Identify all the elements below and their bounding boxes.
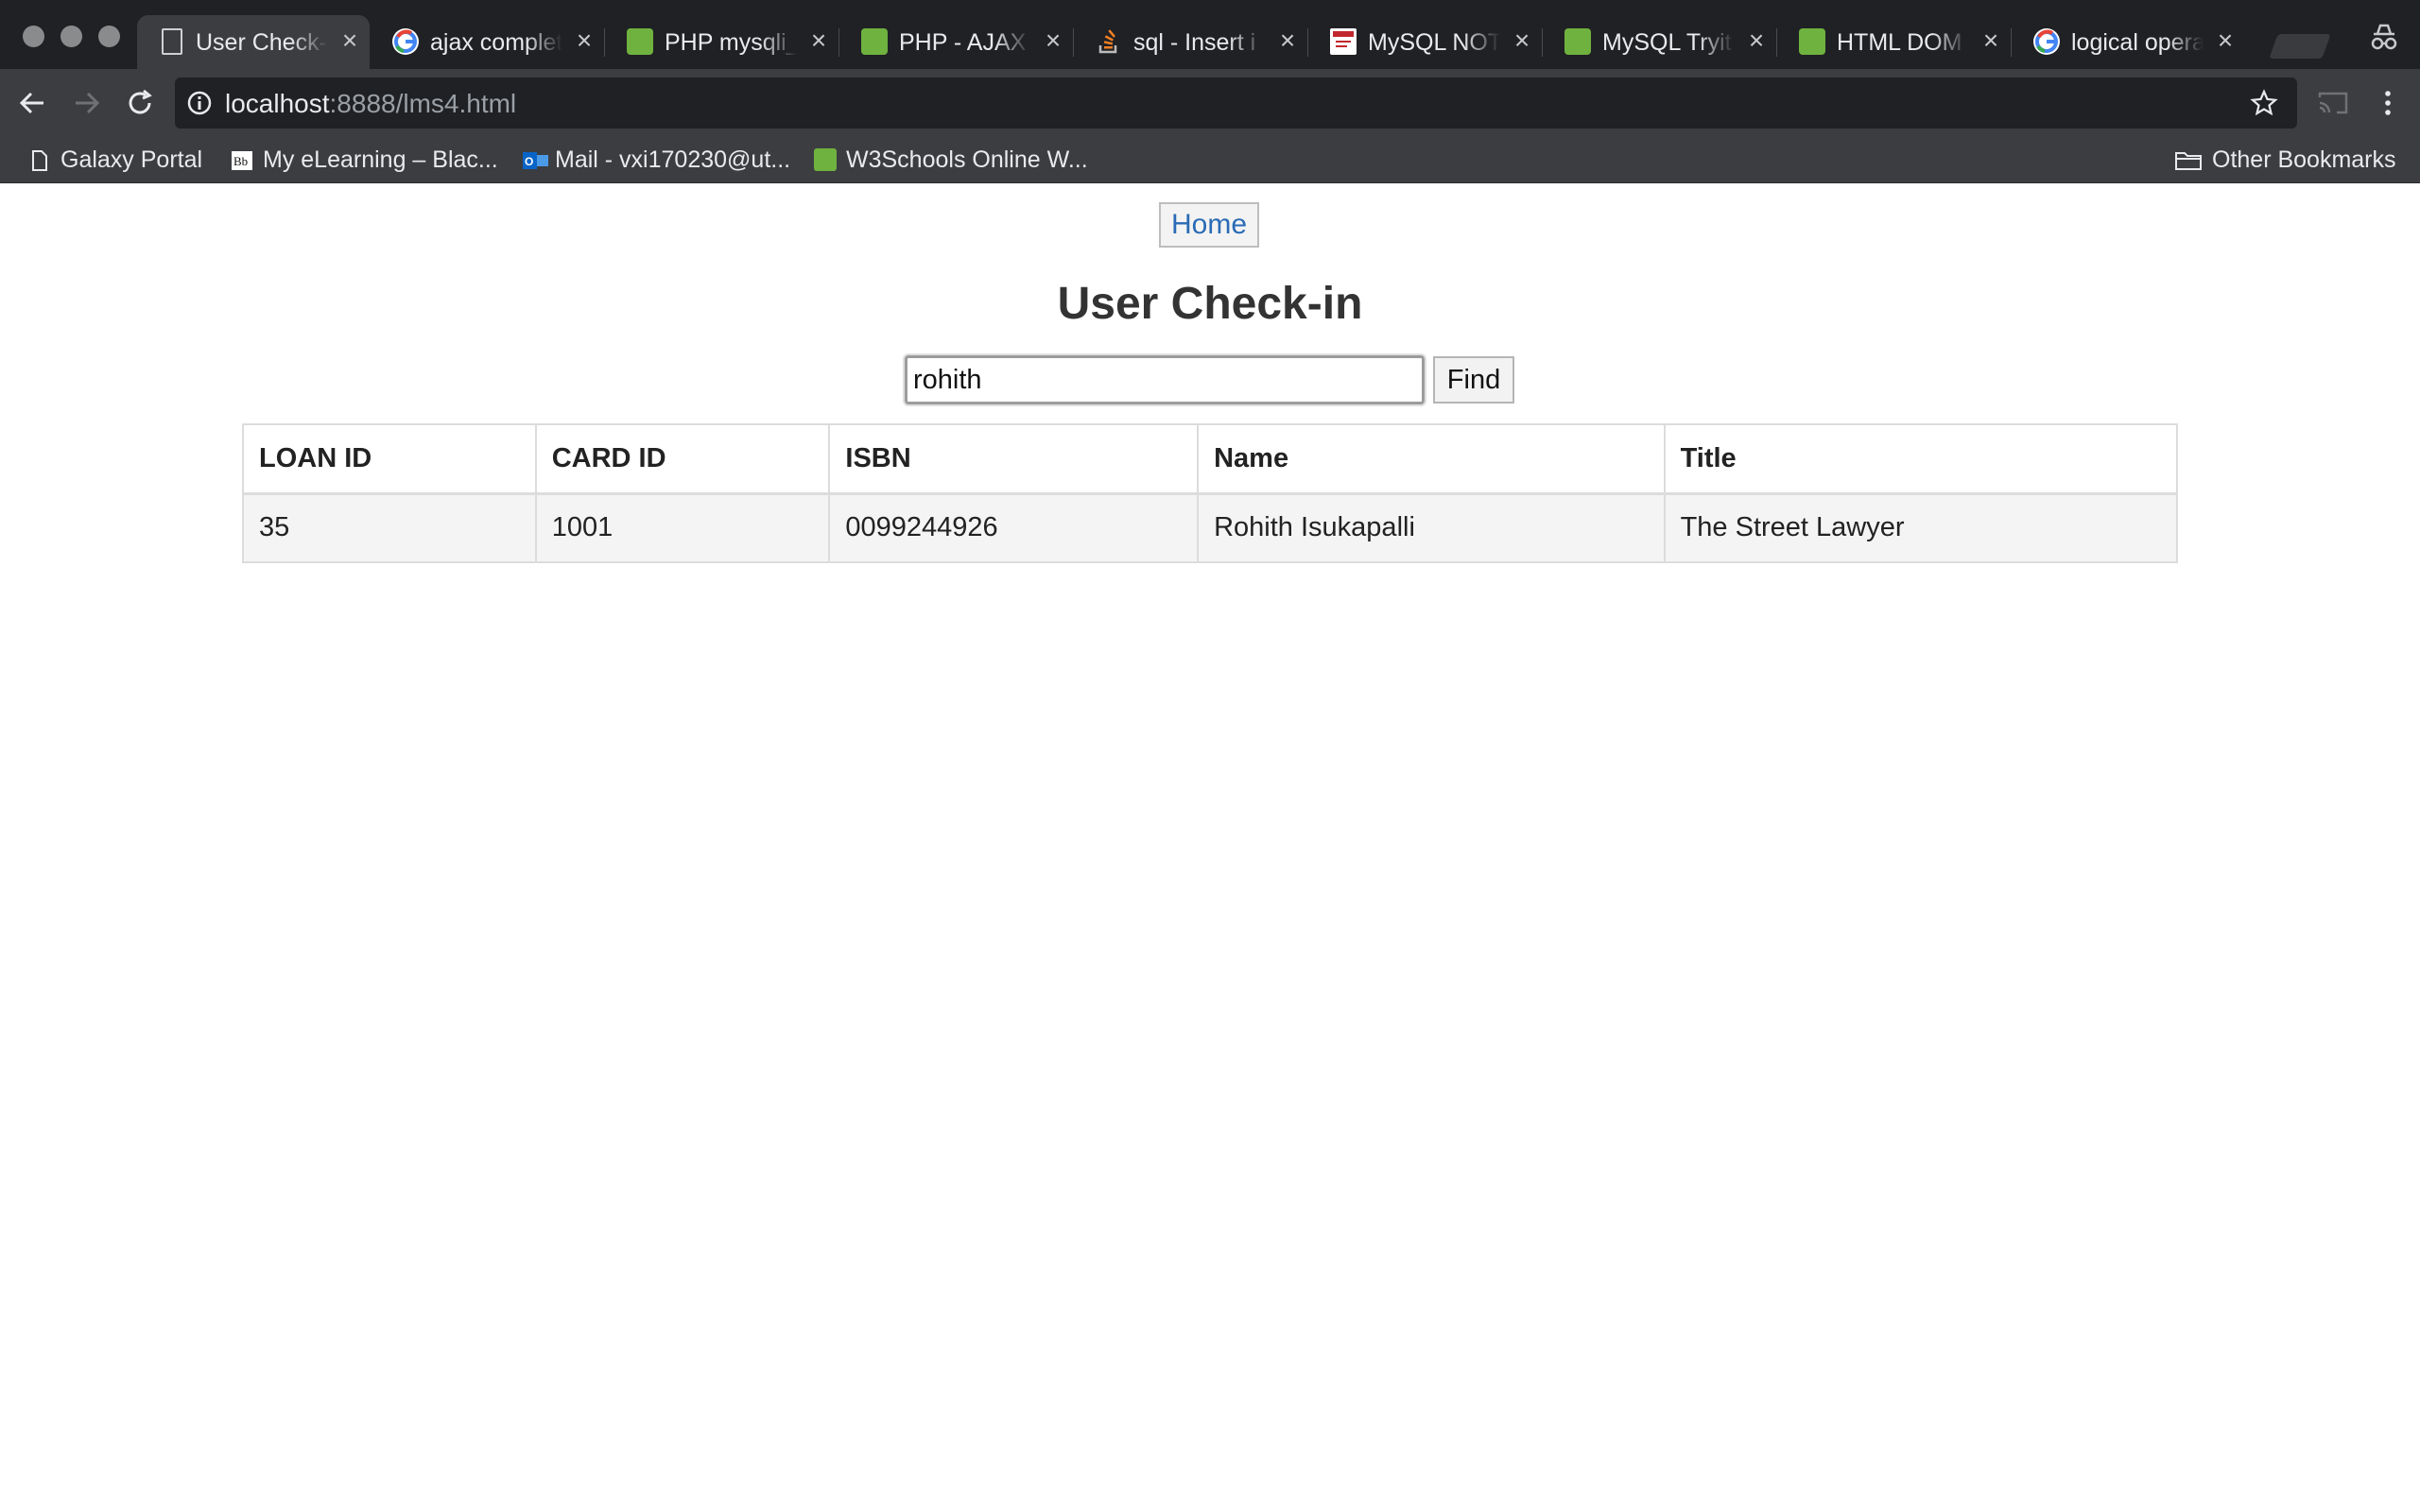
- tab-mysql-tryit[interactable]: MySQL Tryit ×: [1544, 15, 1777, 69]
- cell-isbn: 0099244926: [828, 492, 1200, 563]
- tab-title: HTML DOM: [1837, 29, 1962, 56]
- site-icon: [1330, 28, 1357, 55]
- tab-strip: User Check- × ajax complet × PHP mysqli_…: [0, 0, 2420, 69]
- table-header-row: LOAN ID CARD ID ISBN Name Title: [242, 423, 2179, 495]
- page-title: User Check-in: [1057, 279, 1363, 329]
- tab-title: PHP mysqli_: [665, 29, 797, 56]
- results-table: LOAN ID CARD ID ISBN Name Title 35 1001 …: [242, 423, 2179, 563]
- outlook-icon: O: [523, 148, 548, 171]
- tab-title: sql - Insert i: [1133, 29, 1256, 56]
- tab-title: MySQL NOT: [1368, 29, 1500, 56]
- url-text: localhost:8888/lms4.html: [225, 89, 516, 119]
- incognito-icon: [2368, 23, 2400, 51]
- cell-title: The Street Lawyer: [1663, 492, 2179, 563]
- tab-title: logical opera: [2071, 29, 2204, 56]
- tab-title: PHP - AJAX: [899, 29, 1027, 56]
- tab-title: MySQL Tryit: [1602, 29, 1732, 56]
- close-icon[interactable]: ×: [1980, 26, 2001, 55]
- bookmark-label: Galaxy Portal: [60, 146, 203, 173]
- bookmark-label: Mail - vxi170230@ut...: [555, 146, 791, 173]
- close-icon[interactable]: ×: [1512, 26, 1532, 55]
- close-icon[interactable]: ×: [808, 26, 829, 55]
- reload-icon[interactable]: [123, 86, 157, 120]
- info-icon[interactable]: [186, 90, 213, 116]
- w3schools-icon: [627, 28, 653, 55]
- bookmark-label: My eLearning – Blac...: [263, 146, 498, 173]
- close-icon[interactable]: ×: [339, 26, 360, 55]
- folder-icon: [2174, 148, 2203, 171]
- header-isbn: ISBN: [828, 423, 1200, 495]
- blackboard-icon: Bb: [231, 148, 253, 171]
- close-icon[interactable]: ×: [1043, 26, 1063, 55]
- tab-sql-insert[interactable]: sql - Insert i ×: [1075, 15, 1308, 69]
- find-button[interactable]: Find: [1433, 356, 1514, 404]
- tab-php-ajax[interactable]: PHP - AJAX ×: [840, 15, 1074, 69]
- url-path: :8888/lms4.html: [329, 89, 517, 118]
- search-input[interactable]: [905, 355, 1425, 404]
- document-icon: [162, 28, 182, 55]
- bookmark-label: Other Bookmarks: [2212, 146, 2396, 173]
- close-window-button[interactable]: [23, 26, 44, 47]
- cell-loan-id: 35: [242, 492, 537, 563]
- google-icon: [2033, 28, 2060, 55]
- bookmark-label: W3Schools Online W...: [846, 146, 1088, 173]
- tab-php-mysqli[interactable]: PHP mysqli_ ×: [606, 15, 839, 69]
- tab-title: ajax complet: [430, 29, 562, 56]
- stackoverflow-icon: [1096, 28, 1122, 55]
- bookmark-star-icon[interactable]: [2250, 89, 2278, 117]
- document-icon: [28, 148, 51, 171]
- home-button[interactable]: Home: [1159, 202, 1259, 248]
- cell-card-id: 1001: [534, 492, 831, 563]
- tab-user-checkin[interactable]: User Check- ×: [137, 15, 370, 69]
- table-row[interactable]: 35 1001 0099244926 Rohith Isukapalli The…: [242, 492, 2179, 563]
- header-title: Title: [1663, 423, 2179, 495]
- header-name: Name: [1197, 423, 1666, 495]
- close-icon[interactable]: ×: [2215, 26, 2236, 55]
- close-icon[interactable]: ×: [1746, 26, 1767, 55]
- tab-mysql-not[interactable]: MySQL NOT ×: [1309, 15, 1543, 69]
- menu-icon[interactable]: [2371, 86, 2405, 120]
- url-host: localhost: [225, 89, 330, 118]
- new-tab-button[interactable]: [2269, 34, 2331, 59]
- w3schools-icon: [1799, 28, 1825, 55]
- back-icon[interactable]: [15, 86, 49, 120]
- page-content: Home User Check-in Find LOAN ID CARD ID …: [0, 183, 2420, 1512]
- bookmarks-bar: Galaxy Portal Bb My eLearning – Blac... …: [0, 138, 2420, 183]
- cell-name: Rohith Isukapalli: [1197, 492, 1666, 563]
- tab-html-dom[interactable]: HTML DOM ×: [1778, 15, 2012, 69]
- minimize-window-button[interactable]: [60, 26, 82, 47]
- header-loan-id: LOAN ID: [242, 423, 537, 495]
- close-icon[interactable]: ×: [1277, 26, 1298, 55]
- google-icon: [392, 28, 419, 55]
- tab-title: User Check-: [196, 29, 327, 56]
- w3schools-icon: [861, 28, 888, 55]
- cast-icon[interactable]: [2316, 86, 2350, 120]
- header-card-id: CARD ID: [534, 423, 831, 495]
- tab-logical-operators[interactable]: logical opera ×: [2013, 15, 2245, 69]
- w3schools-icon: [814, 148, 837, 171]
- svg-text:O: O: [525, 155, 533, 168]
- close-icon[interactable]: ×: [574, 26, 595, 55]
- zoom-window-button[interactable]: [98, 26, 120, 47]
- tab-ajax[interactable]: ajax complet ×: [372, 15, 605, 69]
- address-bar[interactable]: localhost:8888/lms4.html: [175, 77, 2297, 129]
- browser-toolbar: localhost:8888/lms4.html: [0, 69, 2420, 138]
- w3schools-icon: [1564, 28, 1591, 55]
- svg-text:Bb: Bb: [233, 154, 248, 168]
- forward-icon[interactable]: [70, 86, 104, 120]
